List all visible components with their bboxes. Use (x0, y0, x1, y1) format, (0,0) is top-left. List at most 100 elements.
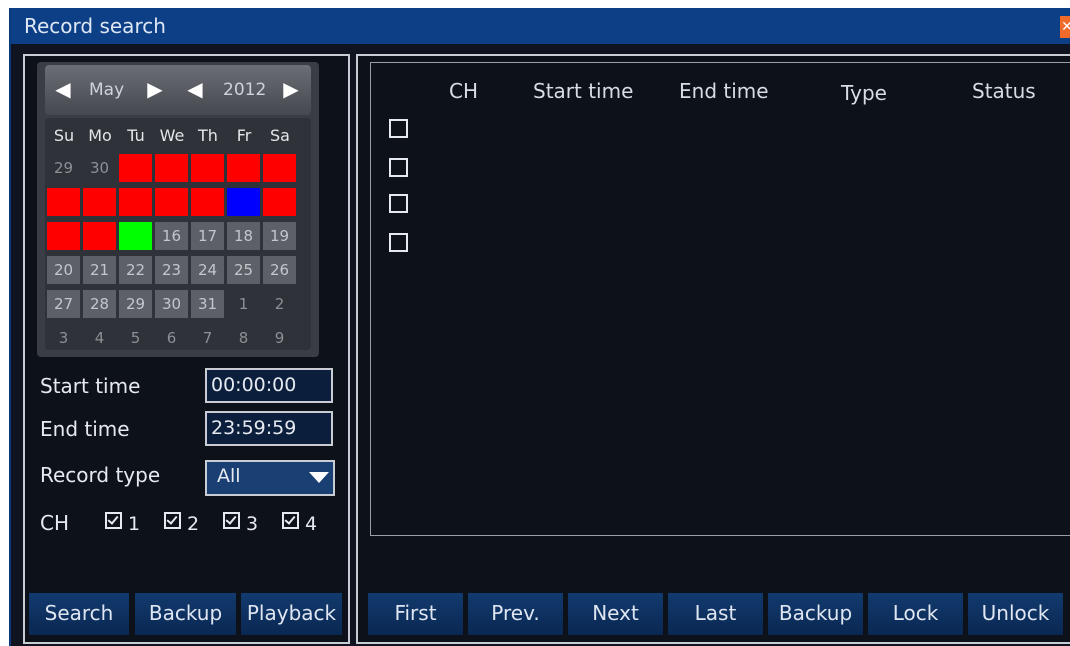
calendar-day[interactable]: 25 (227, 256, 260, 284)
calendar-day[interactable]: 15 (119, 222, 152, 250)
calendar-day[interactable]: 7 (83, 188, 116, 216)
backup-records-button[interactable]: Backup (768, 593, 863, 635)
channel-checkbox-1[interactable]: 1 (105, 512, 140, 535)
calendar-day[interactable]: 2 (263, 290, 296, 318)
calendar-day[interactable]: 7 (191, 324, 224, 352)
chevron-down-icon (309, 472, 329, 483)
channel-number: 4 (305, 513, 318, 535)
calendar-header: ◀ May ▶ ◀ 2012 ▶ (45, 65, 311, 115)
close-icon[interactable]: ✕ (1060, 16, 1070, 38)
calendar-day[interactable]: 27 (47, 290, 80, 318)
record-type-value: All (217, 465, 241, 487)
calendar-day[interactable]: 4 (83, 324, 116, 352)
last-page-button[interactable]: Last (668, 593, 763, 635)
calendar-day[interactable]: 29 (47, 154, 80, 182)
calendar-day[interactable]: 26 (263, 256, 296, 284)
calendar-day[interactable]: 12 (263, 188, 296, 216)
calendar-day[interactable]: 17 (191, 222, 224, 250)
row-checkbox[interactable] (389, 158, 408, 177)
channel-checkbox-2[interactable]: 2 (164, 512, 199, 535)
checkbox-checked-icon (223, 512, 240, 529)
calendar-month: May (89, 80, 125, 100)
channel-number: 1 (128, 513, 141, 535)
weekday-label: Th (198, 126, 218, 145)
backup-button[interactable]: Backup (135, 593, 236, 635)
row-checkbox[interactable] (389, 233, 408, 252)
calendar-day[interactable]: 1 (227, 290, 260, 318)
playback-button[interactable]: Playback (241, 593, 342, 635)
weekday-label: Fr (236, 126, 252, 145)
calendar: ◀ May ▶ ◀ 2012 ▶ SuMoTuWeThFrSa293012345… (37, 62, 319, 357)
calendar-day[interactable]: 5 (119, 324, 152, 352)
calendar-day[interactable]: 16 (155, 222, 188, 250)
calendar-day[interactable]: 13 (47, 222, 80, 250)
calendar-day[interactable]: 3 (191, 154, 224, 182)
calendar-day[interactable]: 30 (83, 154, 116, 182)
record-type-label: Record type (40, 463, 161, 487)
column-header-status: Status (972, 79, 1036, 103)
row-checkbox[interactable] (389, 194, 408, 213)
calendar-day[interactable]: 21 (83, 256, 116, 284)
calendar-day[interactable]: 22 (119, 256, 152, 284)
calendar-day[interactable]: 19 (263, 222, 296, 250)
calendar-day[interactable]: 10 (191, 188, 224, 216)
calendar-day[interactable]: 28 (83, 290, 116, 318)
search-filter-panel: ◀ May ▶ ◀ 2012 ▶ SuMoTuWeThFrSa293012345… (23, 54, 350, 644)
end-time-label: End time (40, 417, 130, 441)
start-time-label: Start time (40, 374, 141, 398)
calendar-day[interactable]: 24 (191, 256, 224, 284)
weekday-label: We (159, 126, 185, 145)
channel-checkbox-4[interactable]: 4 (282, 512, 317, 535)
calendar-day[interactable]: 11 (227, 188, 260, 216)
column-header-end-time: End time (679, 79, 769, 103)
calendar-day[interactable]: 6 (155, 324, 188, 352)
end-time-input[interactable]: 23:59:59 (205, 411, 333, 446)
column-header-start-time: Start time (533, 79, 634, 103)
results-table: CH Start time End time Type Status (370, 62, 1070, 536)
column-header-type: Type (841, 81, 887, 105)
calendar-day[interactable]: 1 (119, 154, 152, 182)
start-time-input[interactable]: 00:00:00 (205, 368, 333, 403)
prev-year-arrow-icon[interactable]: ◀ (185, 79, 205, 99)
checkbox-checked-icon (282, 512, 299, 529)
next-year-arrow-icon[interactable]: ▶ (281, 79, 301, 99)
calendar-day[interactable]: 18 (227, 222, 260, 250)
calendar-day[interactable]: 29 (119, 290, 152, 318)
next-page-button[interactable]: Next (568, 593, 663, 635)
row-checkbox[interactable] (389, 119, 408, 138)
window-title: Record search (24, 14, 166, 38)
unlock-button[interactable]: Unlock (968, 593, 1063, 635)
prev-month-arrow-icon[interactable]: ◀ (53, 79, 73, 99)
record-type-select[interactable]: All (205, 460, 335, 496)
checkbox-checked-icon (164, 512, 181, 529)
next-month-arrow-icon[interactable]: ▶ (145, 79, 165, 99)
calendar-day[interactable]: 5 (263, 154, 296, 182)
calendar-day[interactable]: 8 (227, 324, 260, 352)
calendar-day[interactable]: 2 (155, 154, 188, 182)
lock-button[interactable]: Lock (868, 593, 963, 635)
calendar-day[interactable]: 9 (155, 188, 188, 216)
calendar-day[interactable]: 8 (119, 188, 152, 216)
calendar-day[interactable]: 30 (155, 290, 188, 318)
search-button[interactable]: Search (29, 593, 129, 635)
calendar-day[interactable]: 20 (47, 256, 80, 284)
weekday-label: Tu (127, 126, 145, 145)
title-bar: Record search ✕ (11, 8, 1070, 44)
channel-checkbox-3[interactable]: 3 (223, 512, 258, 535)
calendar-day[interactable]: 6 (47, 188, 80, 216)
channel-number: 3 (246, 513, 259, 535)
weekday-label: Sa (270, 126, 290, 145)
calendar-day[interactable]: 3 (47, 324, 80, 352)
calendar-day[interactable]: 9 (263, 324, 296, 352)
calendar-day[interactable]: 31 (191, 290, 224, 318)
channel-label: CH (40, 511, 70, 535)
results-panel: CH Start time End time Type Status First… (356, 54, 1070, 644)
first-page-button[interactable]: First (368, 593, 463, 635)
calendar-day[interactable]: 14 (83, 222, 116, 250)
record-search-window: Record search ✕ ◀ May ▶ ◀ 2012 ▶ Su Mo Tu W… (9, 8, 1070, 646)
calendar-day[interactable]: 4 (227, 154, 260, 182)
channel-number: 2 (187, 513, 200, 535)
calendar-day[interactable]: 23 (155, 256, 188, 284)
prev-page-button[interactable]: Prev. (468, 593, 563, 635)
column-header-ch: CH (449, 79, 479, 103)
